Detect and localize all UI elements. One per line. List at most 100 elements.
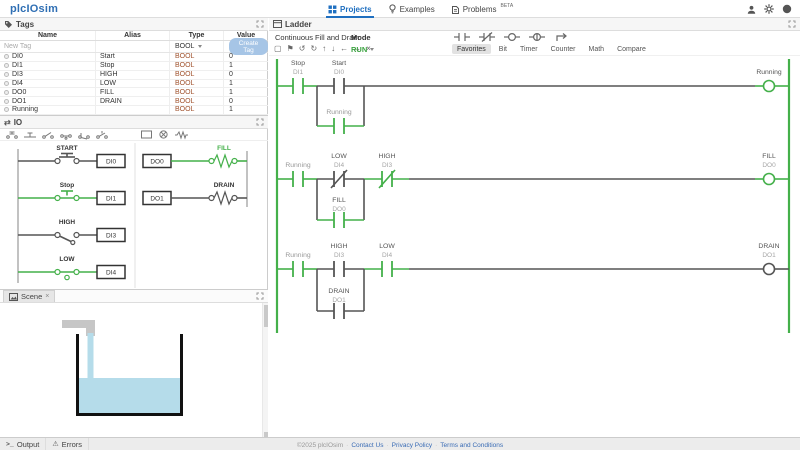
ladder-toolbar-row: ▢ ⚑ ↺ ↻ ↑ ↓ ← → × RUN Favorites Bit Time…: [269, 43, 800, 56]
terms-link[interactable]: Terms and Conditions: [440, 442, 503, 449]
settings-gear-icon[interactable]: [764, 4, 774, 14]
svg-text:DRAIN: DRAIN: [214, 182, 235, 189]
select-box-icon[interactable]: ▢: [274, 44, 282, 54]
tab-counter[interactable]: Counter: [546, 44, 581, 54]
ladder-canvas[interactable]: Stop DI1 Start DI0 Running Running Runni…: [269, 56, 800, 437]
new-tag-type-select[interactable]: BOOL: [170, 41, 224, 52]
svg-text:DI1: DI1: [106, 196, 117, 203]
scene-tab[interactable]: Scene ×: [3, 290, 56, 302]
new-tag-name-input[interactable]: [4, 43, 84, 50]
contact-high-nc[interactable]: HIGH DI3: [364, 153, 409, 189]
latch-coil-icon[interactable]: [529, 32, 545, 42]
tags-panel-header: Tags: [0, 18, 268, 31]
table-row[interactable]: DI0 Start BOOL 0: [0, 53, 268, 62]
coil-fill[interactable]: FILL DO0: [755, 153, 789, 186]
undo-icon[interactable]: ↺: [299, 44, 306, 54]
io-output-fill-lamp[interactable]: DO0 FILL: [142, 145, 247, 169]
table-row[interactable]: Running BOOL 1: [0, 106, 268, 115]
ladder-panel: Ladder Continuous Fill and Drain Mode ▢ …: [269, 18, 800, 437]
io-workspace: START DI0 Stop DI1 HIGH DI3 LOW DI4 DO0 …: [17, 143, 248, 288]
nav-examples[interactable]: Examples: [388, 0, 435, 18]
ladder-rung-2[interactable]: Running LOW DI4 HIGH DI3 FILL DO0 FILL D…: [277, 153, 789, 228]
toggle-closed-tool-icon[interactable]: [59, 129, 73, 140]
move-left-icon[interactable]: ←: [340, 44, 348, 54]
io-input-start-pushbutton[interactable]: START DI0: [18, 145, 126, 169]
expand-panel-icon[interactable]: [256, 292, 264, 300]
expand-panel-icon[interactable]: [256, 118, 264, 126]
svg-text:Running: Running: [326, 109, 352, 116]
io-input-high-toggle[interactable]: HIGH DI3: [18, 219, 126, 246]
contact-no-icon[interactable]: [454, 32, 470, 42]
limit-switch-tool-icon[interactable]: [77, 129, 91, 140]
privacy-policy-link[interactable]: Privacy Policy: [392, 442, 432, 449]
errors-button[interactable]: ⚠ Errors: [46, 437, 90, 450]
tab-math[interactable]: Math: [584, 44, 610, 54]
io-input-stop-pushbutton[interactable]: Stop DI1: [18, 182, 126, 206]
help-icon[interactable]: ?: [782, 4, 792, 14]
io-output-tools: [140, 129, 189, 140]
expand-panel-icon[interactable]: [256, 20, 264, 28]
selector-switch-tool-icon[interactable]: [95, 129, 109, 140]
swap-arrows-icon: ⇄: [4, 117, 11, 127]
contact-running[interactable]: Running: [277, 252, 317, 277]
nav-problems[interactable]: Problems BETA: [451, 0, 513, 18]
pushbutton-nc-tool-icon[interactable]: [23, 129, 37, 140]
svg-text:Stop: Stop: [60, 182, 74, 189]
branch-contact-running[interactable]: Running: [316, 86, 365, 134]
expand-panel-icon[interactable]: [788, 20, 796, 28]
load-coil-tool-icon[interactable]: [174, 129, 189, 140]
branch-contact-drain[interactable]: DRAIN DO1: [316, 269, 365, 319]
io-output-drain-lamp[interactable]: DO1 DRAIN: [142, 182, 247, 206]
new-tag-alias[interactable]: [96, 41, 170, 52]
tab-compare[interactable]: Compare: [612, 44, 651, 54]
toggle-open-tool-icon[interactable]: [41, 129, 55, 140]
lamp-tool-icon[interactable]: [157, 129, 170, 140]
output-button[interactable]: >_ Output: [0, 437, 47, 450]
contact-low-no[interactable]: LOW DI4: [364, 243, 409, 277]
contact-low-nc[interactable]: LOW DI4: [317, 153, 364, 189]
pushbutton-no-tool-icon[interactable]: [5, 129, 19, 140]
coil-icon[interactable]: [504, 32, 520, 42]
tag-dot-icon: [4, 98, 9, 104]
mode-dropdown[interactable]: RUN: [351, 45, 375, 54]
terminal-icon: >_: [6, 440, 14, 448]
scrollbar-thumb[interactable]: [264, 305, 268, 327]
scene-viewport[interactable]: [0, 303, 268, 438]
svg-text:DRAIN: DRAIN: [758, 243, 779, 250]
contact-stop[interactable]: Stop DI1: [277, 60, 317, 94]
coil-running[interactable]: Running: [755, 69, 789, 93]
table-row[interactable]: DI4 LOW BOOL 1: [0, 79, 268, 89]
coil-drain[interactable]: DRAIN DO1: [758, 243, 789, 276]
redo-icon[interactable]: ↻: [310, 44, 317, 54]
ladder-rung-1[interactable]: Stop DI1 Start DI0 Running Running: [277, 60, 789, 134]
projects-icon: [328, 5, 337, 13]
table-row[interactable]: DI3 HIGH BOOL 0: [0, 70, 268, 80]
tab-bit[interactable]: Bit: [494, 44, 512, 54]
io-input-low-toggle[interactable]: LOW DI4: [18, 256, 126, 281]
table-row[interactable]: DO0 FILL BOOL 1: [0, 88, 268, 98]
contact-start[interactable]: Start DI0: [317, 60, 364, 94]
table-row[interactable]: DO1 DRAIN BOOL 0: [0, 97, 268, 107]
svg-text:START: START: [56, 145, 77, 152]
output-box-tool-icon[interactable]: [140, 129, 153, 140]
left-column: Tags Name Alias Type Value BOOL: [0, 18, 268, 438]
move-down-icon[interactable]: ↓: [331, 44, 335, 54]
table-row[interactable]: DI1 Stop BOOL 1: [0, 61, 268, 71]
contact-running[interactable]: Running: [277, 162, 317, 187]
branch-icon[interactable]: [554, 32, 568, 42]
contact-us-link[interactable]: Contact Us: [351, 442, 383, 449]
contact-nc-icon[interactable]: [479, 32, 495, 42]
app-logo[interactable]: plcIOsim: [10, 3, 58, 15]
tab-timer[interactable]: Timer: [515, 44, 543, 54]
flag-icon[interactable]: ⚑: [287, 44, 294, 54]
ladder-rung-3[interactable]: Running HIGH DI3 LOW DI4 DRAIN DO1 DRAIN…: [277, 243, 789, 319]
nav-projects[interactable]: Projects: [326, 0, 374, 18]
contact-high-no[interactable]: HIGH DI3: [317, 243, 364, 277]
close-icon[interactable]: ×: [45, 293, 49, 300]
tab-favorites[interactable]: Favorites: [452, 44, 491, 54]
move-up-icon[interactable]: ↑: [322, 44, 326, 54]
scene-panel: Scene ×: [0, 289, 268, 438]
user-account-icon[interactable]: [747, 5, 756, 14]
scene-scrollbar[interactable]: [262, 303, 268, 438]
branch-contact-fill[interactable]: FILL DO0: [316, 179, 365, 228]
